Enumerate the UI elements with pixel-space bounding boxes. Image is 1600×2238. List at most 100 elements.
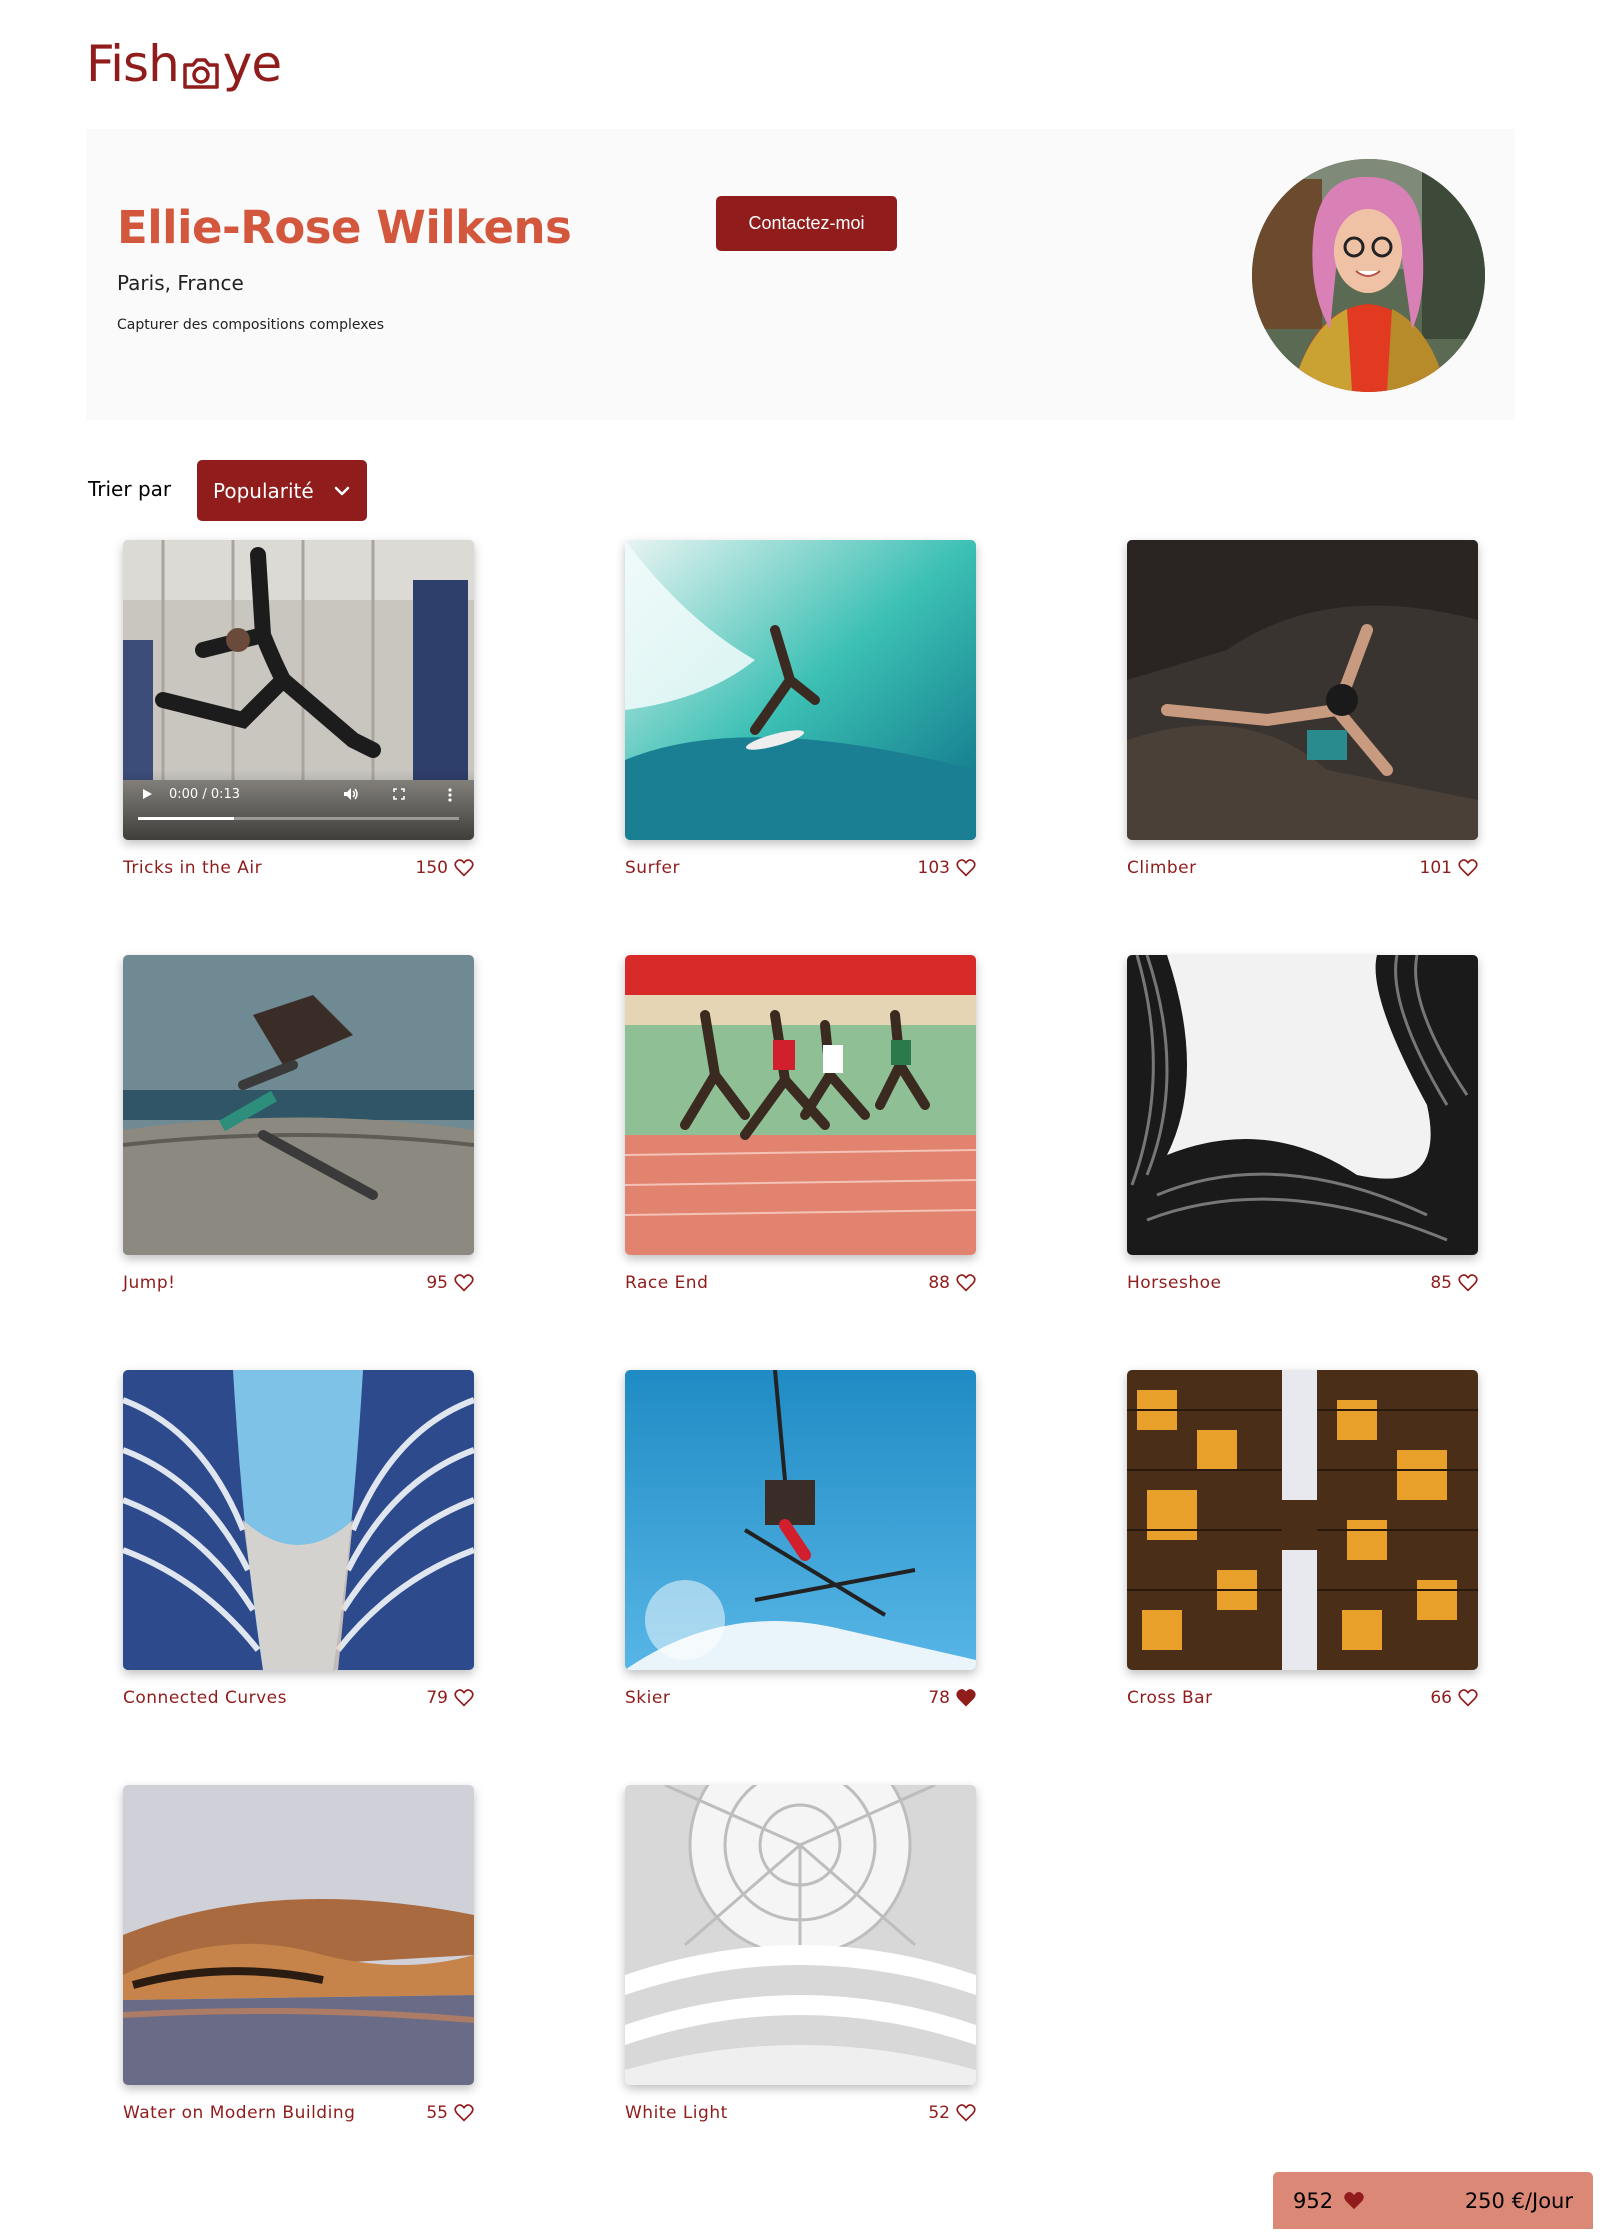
media-card: Skier 78: [625, 1370, 976, 1708]
media-meta: Climber 101: [1127, 858, 1478, 878]
media-likes: 85: [1430, 1273, 1478, 1293]
video-progress-fill: [138, 817, 235, 820]
media-title[interactable]: Water on Modern Building: [123, 2103, 355, 2123]
media-likes: 103: [918, 858, 976, 878]
media-title[interactable]: Cross Bar: [1127, 1688, 1213, 1708]
media-title[interactable]: Skier: [625, 1688, 670, 1708]
heart-icon[interactable]: [454, 859, 474, 877]
sort-dropdown[interactable]: Popularité: [197, 460, 367, 521]
like-count: 95: [426, 1273, 448, 1293]
like-count: 101: [1419, 858, 1452, 878]
total-likes-count: 952: [1293, 2188, 1334, 2213]
media-meta: Tricks in the Air 150: [123, 858, 474, 878]
photographer-name: Ellie-Rose Wilkens: [117, 201, 572, 254]
fullscreen-icon[interactable]: [393, 788, 405, 800]
like-count: 85: [1430, 1273, 1452, 1293]
media-meta: Connected Curves 79: [123, 1688, 474, 1708]
media-likes: 66: [1430, 1688, 1478, 1708]
video-player[interactable]: 0:00 / 0:13: [123, 540, 474, 840]
media-image[interactable]: [625, 955, 976, 1255]
volume-icon[interactable]: [343, 787, 359, 801]
media-image[interactable]: [1127, 540, 1478, 840]
media-title[interactable]: Connected Curves: [123, 1688, 287, 1708]
avatar: [1252, 159, 1485, 392]
media-meta: Horseshoe 85: [1127, 1273, 1478, 1293]
heart-icon[interactable]: [956, 1274, 976, 1292]
media-card: Race End 88: [625, 955, 976, 1293]
play-icon[interactable]: [141, 788, 153, 800]
media-meta: Jump! 95: [123, 1273, 474, 1293]
logo-text-start: Fish: [86, 35, 180, 93]
media-meta: Water on Modern Building 55: [123, 2103, 474, 2123]
media-image[interactable]: [625, 540, 976, 840]
like-count: 78: [928, 1688, 950, 1708]
media-likes: 150: [416, 858, 474, 878]
media-title[interactable]: White Light: [625, 2103, 728, 2123]
sort-label: Trier par: [88, 477, 172, 501]
like-count: 88: [928, 1273, 950, 1293]
like-count: 103: [917, 858, 950, 878]
media-title[interactable]: Surfer: [625, 858, 680, 878]
media-image[interactable]: [123, 1370, 474, 1670]
media-card: Horseshoe 85: [1127, 955, 1478, 1293]
media-card: Water on Modern Building 55: [123, 1785, 474, 2123]
more-options-icon[interactable]: [448, 788, 452, 802]
media-image[interactable]: [1127, 1370, 1478, 1670]
media-meta: Cross Bar 66: [1127, 1688, 1478, 1708]
logo[interactable]: Fish ye: [86, 34, 282, 94]
media-likes: 78: [928, 1688, 976, 1708]
camera-icon: [181, 47, 221, 89]
media-meta: White Light 52: [625, 2103, 976, 2123]
heart-icon[interactable]: [956, 2104, 976, 2122]
media-likes: 101: [1420, 858, 1478, 878]
like-count: 66: [1430, 1688, 1452, 1708]
media-title[interactable]: Jump!: [123, 1273, 175, 1293]
heart-icon[interactable]: [1458, 1689, 1478, 1707]
media-image[interactable]: [123, 955, 474, 1255]
heart-icon[interactable]: [956, 1689, 976, 1707]
video-progress-bar[interactable]: [138, 817, 459, 820]
media-image[interactable]: [1127, 955, 1478, 1255]
media-image[interactable]: [123, 1785, 474, 2085]
photographer-header: Ellie-Rose Wilkens Paris, France Capture…: [86, 129, 1515, 420]
media-likes: 95: [426, 1273, 474, 1293]
media-likes: 55: [426, 2103, 474, 2123]
media-card: Connected Curves 79: [123, 1370, 474, 1708]
totals-bar: 952 250 €/Jour: [1273, 2172, 1593, 2229]
daily-price: 250 €/Jour: [1464, 2188, 1573, 2213]
media-title[interactable]: Race End: [625, 1273, 708, 1293]
media-title[interactable]: Climber: [1127, 858, 1197, 878]
heart-icon: [1344, 2191, 1364, 2209]
sort-selected-value: Popularité: [213, 478, 314, 503]
like-count: 52: [928, 2103, 950, 2123]
heart-icon[interactable]: [1458, 859, 1478, 877]
like-count: 79: [426, 1688, 448, 1708]
media-likes: 52: [928, 2103, 976, 2123]
total-likes: 952: [1293, 2189, 1365, 2213]
media-card: Climber 101: [1127, 540, 1478, 878]
media-meta: Surfer 103: [625, 858, 976, 878]
media-image[interactable]: [625, 1370, 976, 1670]
logo-text-end: ye: [222, 35, 282, 93]
media-card: Jump! 95: [123, 955, 474, 1293]
heart-icon[interactable]: [454, 1689, 474, 1707]
media-likes: 79: [426, 1688, 474, 1708]
video-time: 0:00 / 0:13: [169, 787, 241, 802]
contact-button[interactable]: Contactez-moi: [716, 196, 897, 251]
media-image[interactable]: [625, 1785, 976, 2085]
media-card: Cross Bar 66: [1127, 1370, 1478, 1708]
media-title[interactable]: Tricks in the Air: [123, 858, 262, 878]
like-count: 150: [415, 858, 448, 878]
media-card: Surfer 103: [625, 540, 976, 878]
photographer-location: Paris, France: [117, 271, 244, 295]
photographer-tagline: Capturer des compositions complexes: [117, 317, 385, 333]
heart-icon[interactable]: [1458, 1274, 1478, 1292]
heart-icon[interactable]: [454, 1274, 474, 1292]
media-meta: Skier 78: [625, 1688, 976, 1708]
media-title[interactable]: Horseshoe: [1127, 1273, 1221, 1293]
heart-icon[interactable]: [956, 859, 976, 877]
video-controls: 0:00 / 0:13: [123, 770, 474, 840]
media-likes: 88: [928, 1273, 976, 1293]
heart-icon[interactable]: [454, 2104, 474, 2122]
like-count: 55: [426, 2103, 448, 2123]
